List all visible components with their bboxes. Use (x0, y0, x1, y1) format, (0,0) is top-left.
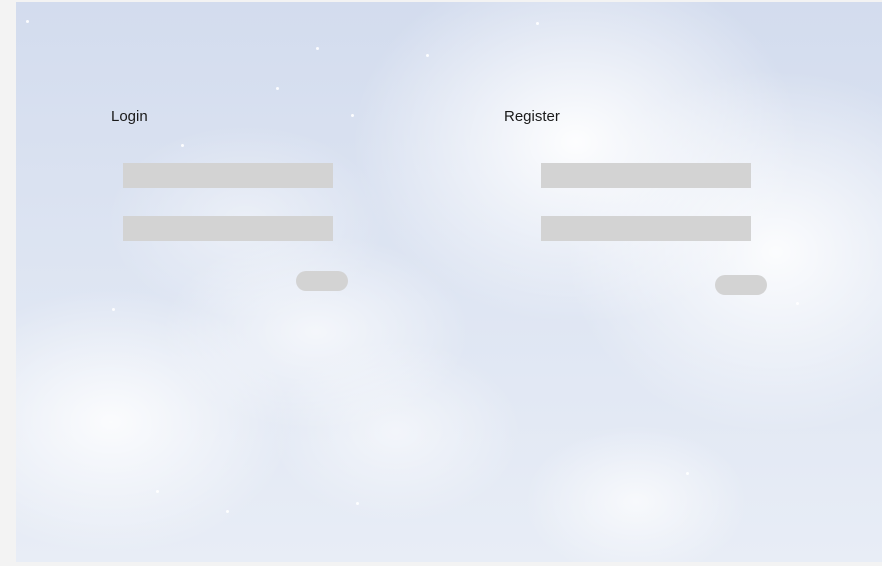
sparkle (112, 308, 115, 311)
login-title: Login (111, 108, 148, 125)
sparkle (686, 472, 689, 475)
login-username-input[interactable] (123, 163, 333, 188)
sky-background: Login Register (16, 2, 882, 562)
register-submit-button[interactable] (715, 275, 767, 295)
sparkle (156, 490, 159, 493)
register-password-input[interactable] (541, 216, 751, 241)
login-password-input[interactable] (123, 216, 333, 241)
sparkle (316, 47, 319, 50)
register-title: Register (504, 108, 560, 125)
sparkle (26, 20, 29, 23)
sparkle (426, 54, 429, 57)
register-username-input[interactable] (541, 163, 751, 188)
sparkle (181, 144, 184, 147)
login-submit-button[interactable] (296, 271, 348, 291)
sparkle (226, 510, 229, 513)
sparkle (351, 114, 354, 117)
sparkle (276, 87, 279, 90)
sparkle (356, 502, 359, 505)
sparkle (536, 22, 539, 25)
sparkle (796, 302, 799, 305)
